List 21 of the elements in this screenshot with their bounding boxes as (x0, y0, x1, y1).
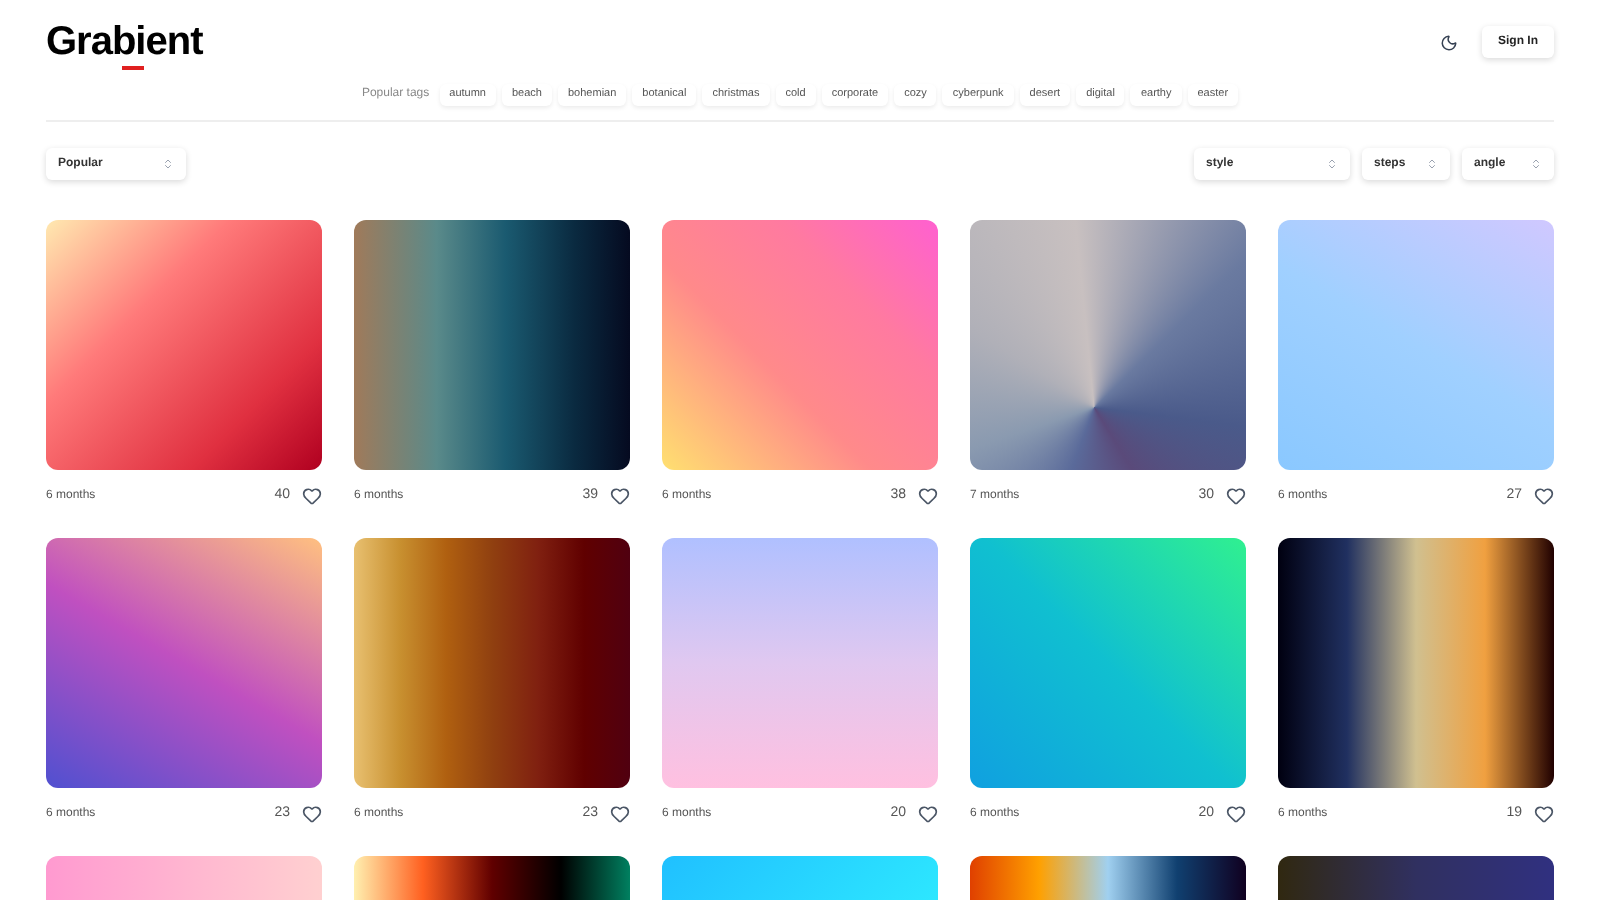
heart-icon[interactable] (1226, 804, 1246, 824)
heart-icon[interactable] (918, 486, 938, 506)
gradient-swatch[interactable] (1278, 220, 1554, 470)
gradient-swatch[interactable] (662, 538, 938, 788)
gradient-swatch[interactable] (1278, 538, 1554, 788)
heart-icon[interactable] (302, 486, 322, 506)
heart-icon[interactable] (1534, 804, 1554, 824)
heart-icon[interactable] (610, 486, 630, 506)
heart-icon[interactable] (610, 804, 630, 824)
heart-icon[interactable] (1226, 486, 1246, 506)
heart-icon[interactable] (302, 804, 322, 824)
moon-icon[interactable] (1440, 33, 1458, 51)
gradient-swatch[interactable] (970, 538, 1246, 788)
gradient-swatch[interactable] (354, 220, 630, 470)
gradient-swatch[interactable] (662, 220, 938, 470)
gradient-swatch[interactable] (46, 220, 322, 470)
gradient-swatch[interactable] (46, 538, 322, 788)
heart-icon[interactable] (1534, 486, 1554, 506)
gradient-swatch[interactable] (970, 220, 1246, 470)
gradient-swatch[interactable] (354, 538, 630, 788)
heart-icon[interactable] (918, 804, 938, 824)
